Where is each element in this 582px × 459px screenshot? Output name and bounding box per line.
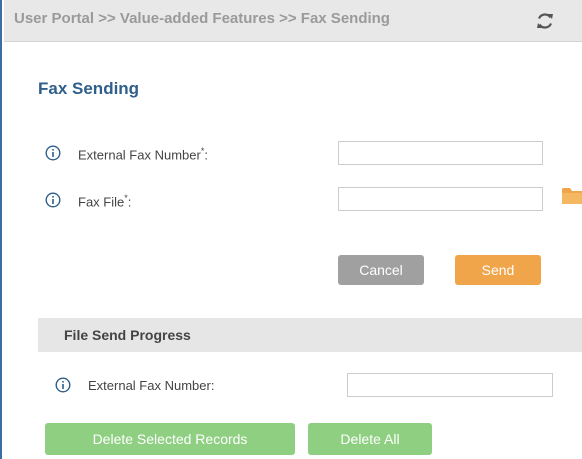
fax-file-input[interactable] [338, 187, 543, 211]
section-title: File Send Progress [64, 327, 191, 343]
filter-external-fax-number-label: External Fax Number: [88, 378, 215, 393]
label-colon: : [204, 147, 208, 163]
refresh-icon[interactable] [535, 11, 555, 31]
external-fax-number-label-text: External Fax Number [78, 147, 201, 163]
label-colon: : [127, 194, 132, 210]
external-fax-number-label: External Fax Number*: [78, 146, 208, 162]
page-title: Fax Sending [38, 79, 140, 98]
info-icon[interactable] [45, 192, 61, 208]
info-icon[interactable] [45, 145, 61, 161]
send-button[interactable]: Send [455, 255, 541, 285]
external-fax-number-input[interactable] [338, 141, 543, 165]
fax-file-label: Fax File*: [78, 193, 131, 209]
file-send-progress-header: File Send Progress [38, 318, 582, 352]
cancel-button[interactable]: Cancel [338, 255, 424, 285]
top-bar: User Portal >> Value-added Features >> F… [4, 0, 582, 42]
folder-icon[interactable] [562, 186, 582, 204]
fax-sending-page: User Portal >> Value-added Features >> F… [0, 0, 582, 459]
delete-all-button[interactable]: Delete All [308, 423, 432, 455]
info-icon[interactable] [55, 377, 71, 393]
filter-external-fax-number-input[interactable] [347, 373, 553, 397]
breadcrumb: User Portal >> Value-added Features >> F… [14, 10, 390, 27]
delete-selected-records-button[interactable]: Delete Selected Records [45, 423, 295, 455]
fax-file-label-text: Fax File [78, 194, 125, 210]
